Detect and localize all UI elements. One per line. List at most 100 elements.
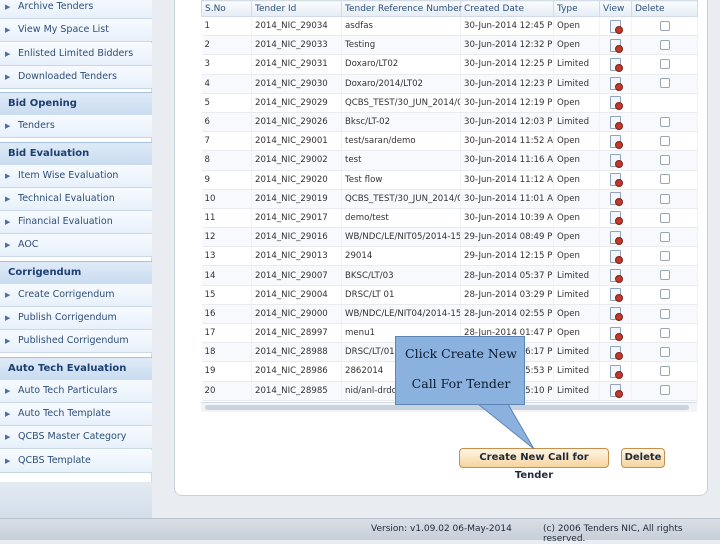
- delete-checkbox[interactable]: [659, 78, 670, 89]
- view-document-icon[interactable]: [610, 211, 623, 226]
- view-document-icon[interactable]: [610, 384, 623, 399]
- cell-delete: [631, 150, 698, 171]
- delete-checkbox[interactable]: [659, 251, 670, 262]
- delete-checkbox[interactable]: [659, 20, 670, 31]
- view-document-icon[interactable]: [610, 307, 623, 322]
- sidebar-item[interactable]: ▶ Auto Tech Template: [0, 402, 152, 426]
- view-document-icon[interactable]: [610, 96, 623, 111]
- create-new-call-for-tender-button[interactable]: Create New Call for Tender: [459, 448, 609, 481]
- view-document-icon[interactable]: [610, 326, 623, 341]
- cell-ref: Doxaro/LT02: [341, 54, 461, 75]
- delete-checkbox[interactable]: [659, 212, 670, 223]
- table-header-row: S.No Tender Id Tender Reference Number C…: [201, 0, 698, 17]
- delete-checkbox[interactable]: [659, 59, 670, 70]
- cell-id: 2014_NIC_29016: [251, 227, 342, 248]
- cell-id: 2014_NIC_28988: [251, 342, 342, 363]
- callout-line-1: Click Create New: [405, 346, 517, 361]
- sidebar-item[interactable]: ▶ Tenders: [0, 115, 152, 139]
- table-row: 12 2014_NIC_29016 WB/NDC/LE/NIT05/2014-15 2…: [201, 227, 698, 248]
- delete-checkbox[interactable]: [659, 366, 670, 377]
- view-document-icon[interactable]: [610, 173, 623, 188]
- view-document-icon[interactable]: [610, 115, 623, 130]
- delete-checkbox[interactable]: [659, 385, 670, 396]
- sidebar-item[interactable]: ▶ Financial Evaluation: [0, 211, 152, 235]
- sidebar-item[interactable]: ▶ Create Corrigendum: [0, 283, 152, 307]
- cell-date: 30-Jun-2014 12:25 PM: [460, 54, 554, 75]
- delete-button[interactable]: Delete: [621, 448, 665, 468]
- view-document-icon[interactable]: [610, 19, 623, 34]
- table-row: 2 2014_NIC_29033 Testing 30-Jun-2014 12:32 …: [201, 35, 698, 56]
- delete-checkbox[interactable]: [659, 135, 670, 146]
- arrow-right-icon: ▶: [5, 386, 11, 395]
- cell-view: [599, 189, 632, 209]
- sidebar-item-label: View My Space List: [18, 24, 109, 36]
- view-document-icon[interactable]: [610, 153, 623, 168]
- arrow-right-icon: ▶: [5, 314, 11, 322]
- delete-checkbox[interactable]: [659, 155, 670, 166]
- sidebar-section-heading: Corrigendum: [0, 260, 152, 285]
- view-document-icon[interactable]: [610, 269, 623, 284]
- cell-sno: 12: [201, 227, 252, 248]
- view-document-icon[interactable]: [610, 230, 623, 245]
- cell-date: 29-Jun-2014 12:15 PM: [460, 246, 554, 267]
- view-document-icon[interactable]: [610, 134, 623, 149]
- delete-checkbox[interactable]: [659, 347, 670, 358]
- cell-id: 2014_NIC_29033: [251, 35, 342, 56]
- sidebar-item[interactable]: ▶ View My Space List: [0, 19, 152, 43]
- delete-checkbox[interactable]: [659, 193, 670, 204]
- delete-checkbox[interactable]: [659, 270, 670, 281]
- cell-type: Open: [553, 93, 600, 113]
- delete-checkbox[interactable]: [659, 40, 670, 51]
- delete-checkbox[interactable]: [659, 327, 670, 338]
- sidebar-item[interactable]: ▶ Technical Evaluation: [0, 187, 152, 211]
- delete-checkbox[interactable]: [659, 289, 670, 300]
- cell-type: Open: [553, 323, 600, 344]
- cell-view: [599, 227, 632, 248]
- cell-type: Open: [553, 227, 600, 248]
- col-header-view: View: [599, 0, 632, 17]
- table-row: 14 2014_NIC_29007 BKSC/LT/03 28-Jun-2014 05…: [201, 265, 698, 286]
- sidebar-item[interactable]: ▶ AOC: [0, 234, 152, 258]
- cell-id: 2014_NIC_29000: [251, 304, 342, 325]
- delete-checkbox[interactable]: [659, 231, 670, 242]
- delete-checkbox[interactable]: [659, 174, 670, 185]
- sidebar: ▶ Archive Tenders ▶ View My Space List ▶ Enli…: [0, 0, 152, 518]
- delete-checkbox[interactable]: [659, 116, 670, 127]
- view-document-icon[interactable]: [610, 57, 623, 72]
- cell-type: Open: [553, 35, 600, 56]
- sidebar-item[interactable]: ▶ Published Corrigendum: [0, 330, 152, 354]
- cell-delete: [631, 54, 698, 75]
- sidebar-item[interactable]: ▶ Archive Tenders: [0, 0, 152, 19]
- sidebar-item[interactable]: ▶ Auto Tech Particulars: [0, 379, 152, 403]
- cell-date: 30-Jun-2014 12:45 PM: [460, 16, 554, 37]
- arrow-right-icon: ▶: [5, 241, 11, 250]
- cell-id: 2014_NIC_29019: [251, 189, 342, 209]
- cell-view: [599, 361, 632, 382]
- cell-ref: BKSC/LT/03: [341, 265, 461, 286]
- view-document-icon[interactable]: [610, 192, 623, 207]
- sidebar-item-label: Archive Tenders: [18, 1, 94, 12]
- sidebar-item[interactable]: ▶ QCBS Template: [0, 449, 152, 473]
- sidebar-item[interactable]: ▶ Downloaded Tenders: [0, 65, 152, 89]
- arrow-right-icon: ▶: [5, 3, 11, 11]
- view-document-icon[interactable]: [610, 288, 623, 303]
- view-document-icon[interactable]: [610, 364, 623, 379]
- view-document-icon[interactable]: [610, 38, 623, 53]
- cell-view: [599, 112, 632, 133]
- cell-sno: 5: [201, 93, 252, 113]
- view-document-icon[interactable]: [610, 345, 623, 360]
- cell-ref: asdfas: [341, 16, 461, 37]
- cell-sno: 8: [201, 150, 252, 171]
- sidebar-item[interactable]: ▶ Item Wise Evaluation: [0, 164, 152, 188]
- sidebar-item[interactable]: ▶ QCBS Master Category: [0, 426, 152, 450]
- cell-type: Limited: [553, 74, 600, 94]
- delete-checkbox[interactable]: [659, 308, 670, 319]
- sidebar-item[interactable]: ▶ Publish Corrigendum: [0, 307, 152, 330]
- sidebar-item-label: AOC: [18, 239, 39, 251]
- scrollbar-thumb[interactable]: [205, 405, 689, 410]
- cell-id: 2014_NIC_28985: [251, 381, 342, 401]
- view-document-icon[interactable]: [610, 249, 623, 264]
- footer: Version: v1.09.02 06-May-2014 (c) 2006 T…: [0, 518, 720, 544]
- sidebar-item[interactable]: ▶ Enlisted Limited Bidders: [0, 42, 152, 66]
- view-document-icon[interactable]: [610, 77, 623, 92]
